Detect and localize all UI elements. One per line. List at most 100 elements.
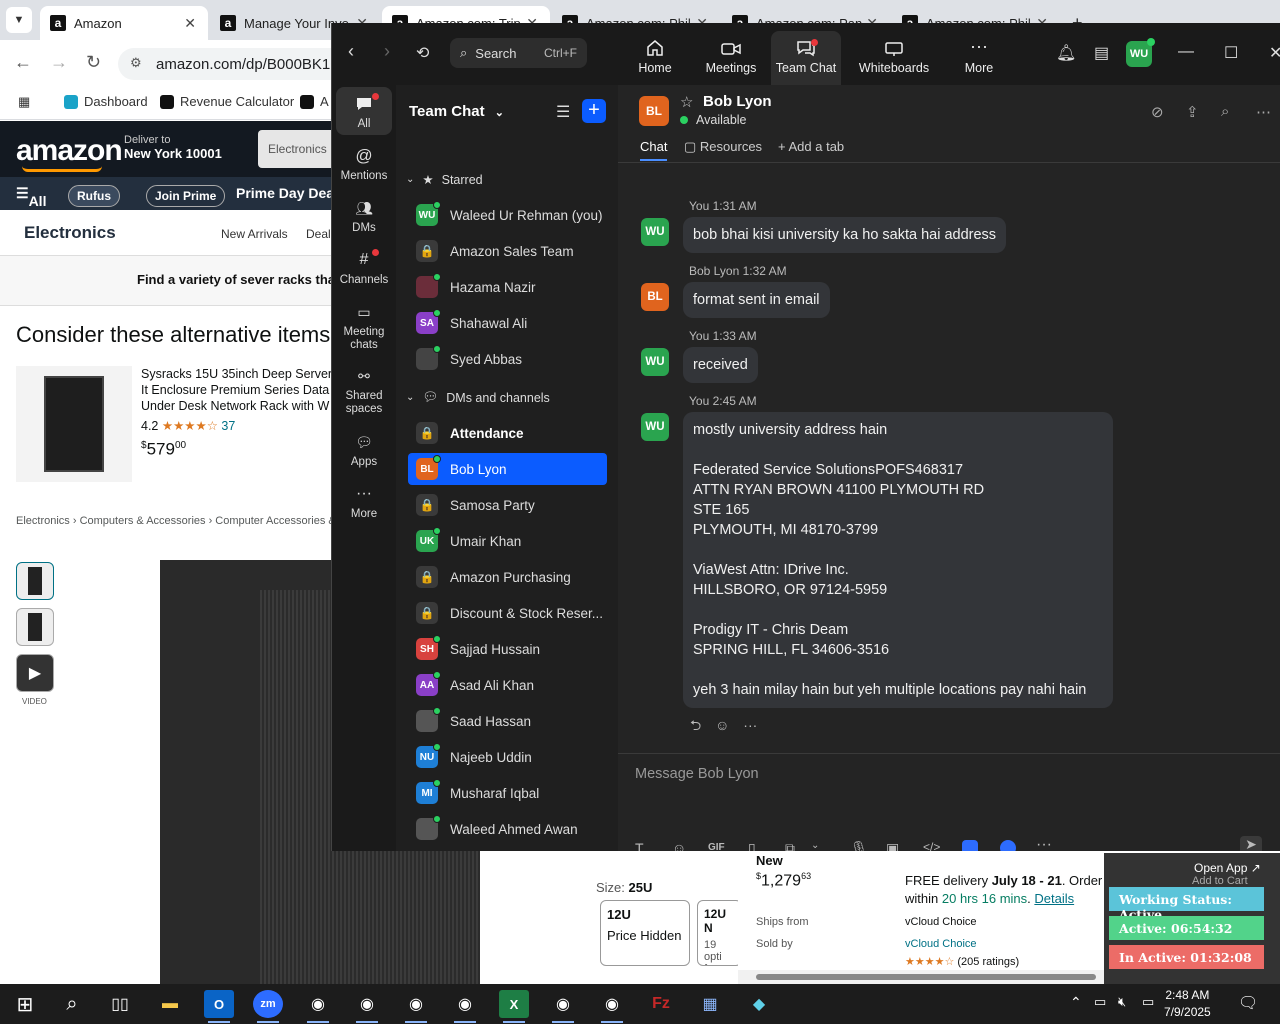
gif-icon[interactable]: GIF: [708, 842, 725, 851]
chrome-icon[interactable]: ◉: [597, 990, 627, 1023]
tab-meetings[interactable]: Meetings: [696, 31, 766, 85]
subnav-title[interactable]: Electronics: [24, 223, 116, 243]
video-message-icon[interactable]: ▣: [886, 840, 899, 851]
bookmark-amazon[interactable]: A: [300, 94, 329, 109]
calculator-icon[interactable]: ▦: [695, 990, 725, 1018]
search-category-select[interactable]: Electronics: [258, 130, 338, 168]
network-icon[interactable]: ▭: [1142, 994, 1154, 1010]
sender-avatar[interactable]: WU: [641, 348, 669, 376]
tab-whiteboards[interactable]: Whiteboards: [854, 31, 934, 85]
tab-team-chat[interactable]: Team Chat: [771, 31, 841, 85]
back-arrow-icon[interactable]: ←: [14, 52, 32, 73]
close-tab-icon[interactable]: ✕: [184, 15, 196, 32]
list-title[interactable]: Team Chat ⌄: [409, 103, 504, 120]
rail-more[interactable]: ··· More: [336, 483, 392, 520]
alt-product-image[interactable]: [16, 366, 132, 482]
gallery-video-thumbnail[interactable]: ▶: [16, 654, 54, 692]
message-input[interactable]: Message Bob Lyon: [635, 766, 759, 782]
new-chat-plus-icon[interactable]: +: [582, 99, 606, 123]
chevron-up-icon[interactable]: ⌃: [1070, 994, 1082, 1011]
zoom-app-icon[interactable]: [1000, 840, 1016, 851]
join-prime-link[interactable]: Join Prime: [146, 185, 226, 207]
app-diamond-icon[interactable]: ◆: [744, 990, 774, 1018]
gallery-thumbnail[interactable]: [16, 608, 54, 646]
chat-list-item[interactable]: AA Asad Ali Khan: [408, 669, 607, 701]
chat-list-item[interactable]: NU Najeeb Uddin: [408, 741, 607, 773]
site-settings-icon[interactable]: ⚙: [130, 55, 142, 71]
tab-chat[interactable]: Chat: [640, 139, 668, 161]
emoji-icon[interactable]: ☺: [672, 840, 686, 851]
task-view-icon[interactable]: ▯▯: [105, 990, 135, 1018]
share-screen-icon[interactable]: ⇪: [1186, 103, 1199, 121]
sold-by-link[interactable]: vCloud Choice: [905, 938, 977, 950]
chat-list-item[interactable]: UK Umair Khan: [408, 525, 607, 557]
browser-tab[interactable]: a Amazon ✕: [40, 6, 208, 40]
all-menu[interactable]: ☰ All: [16, 185, 46, 209]
forward-arrow-icon[interactable]: →: [50, 52, 68, 73]
file-explorer-icon[interactable]: ▬: [155, 990, 185, 1018]
sender-avatar[interactable]: BL: [641, 283, 669, 311]
send-icon[interactable]: ➤: [1240, 836, 1262, 851]
horizontal-scrollbar[interactable]: [738, 970, 1106, 984]
chat-list-item[interactable]: Syed Abbas: [408, 343, 607, 375]
system-clock[interactable]: 2:48 AM 7/9/2025: [1164, 987, 1211, 1021]
back-arrow-icon[interactable]: ‹: [348, 41, 354, 62]
rufus-button[interactable]: Rufus: [68, 185, 120, 207]
filezilla-icon[interactable]: Fz: [646, 990, 676, 1018]
scrollbar-thumb[interactable]: [756, 974, 1096, 980]
chat-list-item[interactable]: SH Sajjad Hussain: [408, 633, 607, 665]
history-icon[interactable]: ⟲: [416, 43, 429, 63]
message-bubble[interactable]: mostly university address hain Federated…: [683, 412, 1113, 708]
rail-shared-spaces[interactable]: ⚯ Shared spaces: [336, 365, 392, 416]
chat-list-item[interactable]: WU Waleed Ur Rehman (you): [408, 199, 607, 231]
tab-home[interactable]: Home: [624, 31, 686, 85]
chrome-icon[interactable]: ◉: [401, 990, 431, 1023]
notifications-bell-icon[interactable]: 🔔︎: [1056, 43, 1076, 63]
chat-list-item[interactable]: Saad Hassan: [408, 705, 607, 737]
file-icon[interactable]: ▯: [748, 840, 756, 851]
notification-center-icon[interactable]: 🗨︎: [1238, 993, 1258, 1013]
tray-app-icon[interactable]: ▭: [1094, 994, 1106, 1010]
video-call-icon[interactable]: ⊘: [1151, 103, 1164, 121]
chat-list-item[interactable]: Hazama Nazir: [408, 271, 607, 303]
gallery-thumbnail[interactable]: [16, 562, 54, 600]
close-icon[interactable]: ✕: [1269, 43, 1280, 63]
forward-arrow-icon[interactable]: ›: [384, 41, 390, 62]
alt-product-rating[interactable]: 4.2 ★★★★☆ 37: [141, 418, 341, 434]
rail-channels[interactable]: # Channels: [336, 249, 392, 286]
chat-list-item[interactable]: Waleed Ahmed Awan: [408, 813, 607, 845]
breadcrumb[interactable]: Electronics › Computers & Accessories › …: [16, 515, 336, 527]
sender-avatar[interactable]: WU: [641, 413, 669, 441]
more-dots-icon[interactable]: ···: [743, 717, 757, 733]
contact-avatar[interactable]: BL: [639, 96, 669, 126]
message-bubble[interactable]: bob bhai kisi university ka ho sakta hai…: [683, 217, 1007, 253]
starred-section-header[interactable]: ⌄ ★ Starred: [406, 172, 483, 188]
chat-list-item[interactable]: MI Musharaf Iqbal: [408, 777, 607, 809]
chrome-icon[interactable]: ◉: [548, 990, 578, 1023]
bookmark-dashboard[interactable]: Dashboard: [64, 94, 148, 109]
amazon-logo[interactable]: amazon: [16, 134, 123, 168]
windows-start-icon[interactable]: ⊞: [10, 990, 40, 1018]
rail-apps[interactable]: 💬︎ Apps: [336, 431, 392, 469]
alt-product-title[interactable]: Sysracks 15U 35inch Deep Server It Enclo…: [141, 366, 341, 414]
code-snippet-icon[interactable]: </>: [923, 840, 940, 851]
chrome-icon[interactable]: ◉: [450, 990, 480, 1023]
chrome-icon[interactable]: ◉: [352, 990, 382, 1023]
message-bubble[interactable]: format sent in email: [683, 282, 830, 318]
outlook-icon[interactable]: O: [204, 990, 234, 1023]
chat-list-item[interactable]: 🔒 Amazon Purchasing: [408, 561, 607, 593]
microphone-icon[interactable]: 🎙︎: [850, 840, 868, 851]
dms-section-header[interactable]: ⌄ 💬︎ DMs and channels: [406, 390, 550, 405]
deliver-to-location[interactable]: Deliver to New York 10001: [124, 134, 222, 161]
tab-resources[interactable]: ▢ Resources: [684, 139, 762, 155]
user-avatar[interactable]: WU: [1126, 38, 1155, 67]
screenshot-icon[interactable]: ⧉: [785, 840, 795, 851]
chat-list-item[interactable]: 🔒 Discount & Stock Reser...: [408, 597, 607, 629]
size-option-12u[interactable]: 12U Price Hidden: [600, 900, 690, 966]
bookmark-revenue-calculator[interactable]: Revenue Calculator: [160, 94, 294, 109]
rail-dms[interactable]: 👥︎ DMs: [336, 197, 392, 235]
rail-meeting-chats[interactable]: ▭ Meeting chats: [336, 301, 392, 352]
rail-mentions[interactable]: @ Mentions: [336, 145, 392, 182]
chevron-down-icon[interactable]: ⌄: [811, 840, 819, 851]
volume-muted-icon[interactable]: 🔇︎: [1118, 994, 1126, 1010]
